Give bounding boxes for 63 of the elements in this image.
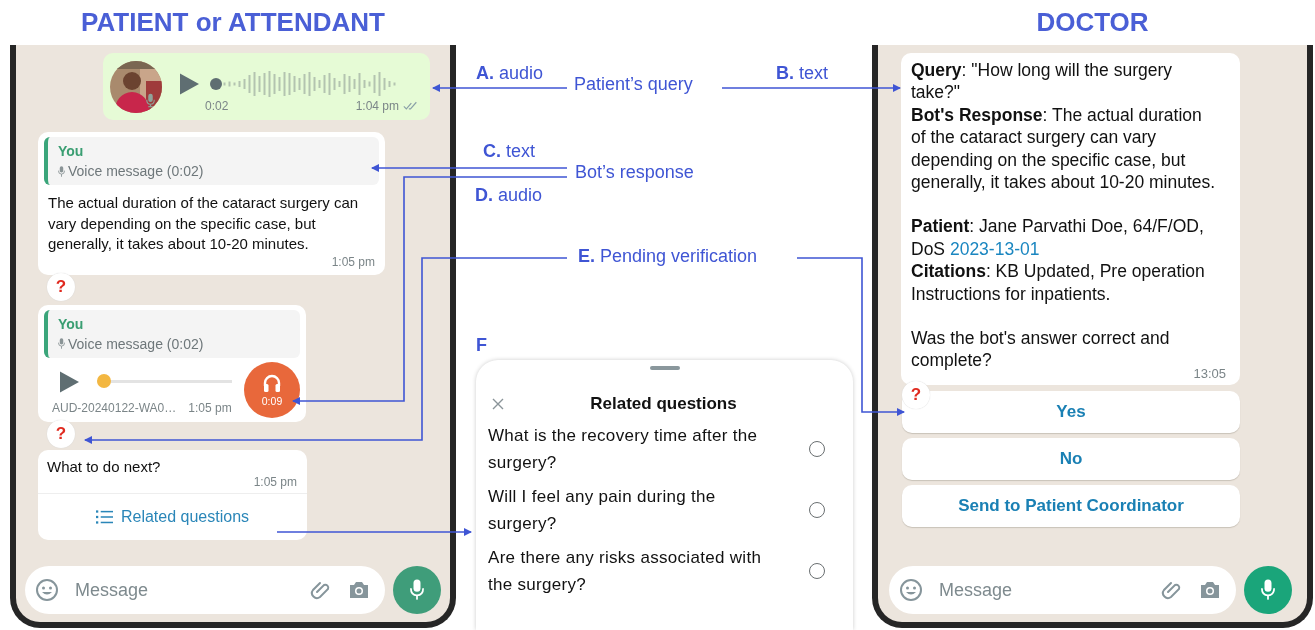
message-time: 13:05 [1193,365,1226,381]
voice-record-button[interactable] [393,566,441,614]
drag-handle[interactable] [649,366,680,370]
headphones-icon [262,372,282,393]
annotation-label: Patient’s query [574,74,693,95]
annotation-label: A. audio [476,63,544,84]
microphone-icon [410,579,424,601]
file-name: AUD-20240122-WA0… [52,400,177,415]
microphone-icon [1261,579,1275,601]
reply-button[interactable]: No [902,437,1240,480]
message-text: What to do next? [47,457,162,475]
double-check-icon [403,100,418,111]
quote-text: Voice message (0:02) [68,335,204,352]
message-text: The actual duration of the cataract surgery can vary depending on the specific case, but generally, it takes about 10-20 minutes. [48,193,360,254]
annotation-label: E. Pending verification [578,246,758,267]
quoted-message[interactable]: You Voice message (0:02) [44,309,300,358]
quote-author: You [58,143,85,159]
message-text: Was the bot's answer correct and complete? [911,327,1171,372]
message-time: 1:05 pm [331,254,375,269]
playback-thumb[interactable] [210,77,222,90]
section-heading: DOCTOR [1035,6,1150,39]
message-field[interactable]: Message [73,578,295,602]
play-icon[interactable] [60,370,79,393]
annotation-label: D. audio [475,185,543,206]
message-text: Citations: KB Updated, Pre operation Instructions for inpatients. [911,260,1206,306]
pending-badge: ? [47,419,75,448]
related-questions-button[interactable]: Related questions [38,493,307,540]
message-field[interactable]: Message [889,566,1236,614]
message-text: Patient: Jane Parvathi Doe, 64/F/OD, DoS 2023-13-01 [911,215,1205,261]
quote-author: You [58,315,85,332]
sheet-title: Related questions [589,394,738,414]
message-time: 1:05 pm [188,400,232,415]
message-text: Bot's Response: The actual duration of the cataract surgery can vary depending on the specific case, but generally, it takes about 10-20 minutes. [911,103,1216,194]
annotation-label: F [476,335,487,356]
annotation-label: Bot’s response [575,162,694,183]
reply-button[interactable]: Send to Patient Coordinator [902,484,1240,527]
message-time: 1:04 pm [355,98,399,113]
audio-duration: 0:09 [261,394,283,407]
section-heading: PATIENT or ATTENDANT [80,6,386,39]
list-icon [95,509,113,524]
message-time: 1:05 pm [253,474,297,489]
message-field[interactable]: Message [25,566,385,614]
message-field[interactable]: Message [937,578,1146,602]
microphone-icon [58,165,65,177]
play-icon[interactable] [180,72,199,95]
close-icon[interactable] [492,398,504,410]
question-option[interactable]: Are there any risks associated with the surgery? [488,544,768,598]
question-option[interactable]: What is the recovery time after the surgery? [488,422,768,476]
date-link[interactable]: 2023-13-01 [949,238,1040,259]
quoted-message[interactable]: You Voice message (0:02) [44,137,379,185]
microphone-icon [58,338,65,349]
annotation-label: B. text [776,63,828,84]
duration-label: 0:02 [205,98,229,113]
quote-text: Voice message (0:02) [68,163,204,179]
pending-badge: ? [47,272,75,301]
emoji-icon[interactable] [35,578,59,602]
voice-record-button[interactable] [1244,566,1292,614]
message-text: Query: "How long will the surgery take?" [911,59,1174,104]
playback-thumb[interactable] [97,374,111,388]
annotation-label: C. text [483,141,535,162]
emoji-icon[interactable] [899,578,923,602]
question-option[interactable]: Will I feel any pain during the surgery? [488,483,768,537]
microphone-icon [146,93,155,108]
